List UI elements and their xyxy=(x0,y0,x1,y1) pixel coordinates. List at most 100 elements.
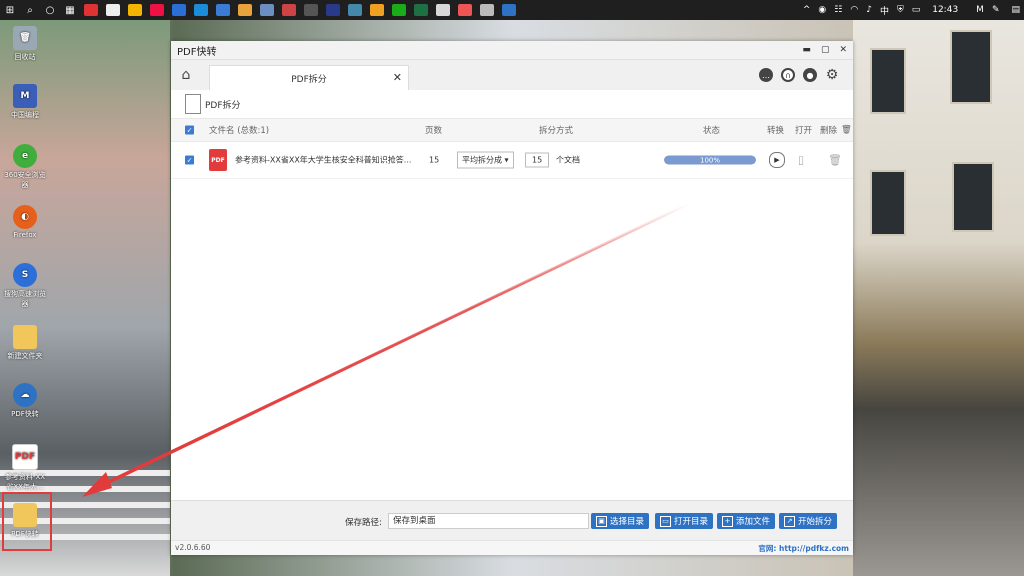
split-count-unit: 个文档 xyxy=(556,155,580,165)
wifi-icon[interactable]: ◠ xyxy=(850,5,858,15)
taskbar-app-icon[interactable] xyxy=(282,4,296,16)
column-convert: 转换 xyxy=(767,126,785,136)
ime-indicator[interactable]: 中 xyxy=(880,4,889,17)
photoshop-icon[interactable] xyxy=(326,4,340,16)
task-switch-icon[interactable]: ▦ xyxy=(64,4,76,16)
open-dir-label: 打开目录 xyxy=(674,517,709,527)
column-status: 状态 xyxy=(703,126,721,136)
security-icon[interactable]: ⛨ xyxy=(897,5,904,15)
tray-app-icon[interactable]: ◉ xyxy=(818,5,826,15)
choose-dir-button[interactable]: ▣ 选择目录 xyxy=(591,513,650,529)
select-all-checkbox[interactable]: ✓ xyxy=(185,125,194,135)
add-file-button[interactable]: + 添加文件 xyxy=(717,513,776,529)
battery-icon[interactable]: ▭ xyxy=(912,5,921,15)
input-method-icon[interactable]: M xyxy=(976,5,984,15)
desktop-icon-recycle-bin[interactable]: 🗑 回收站 xyxy=(3,26,47,62)
search-icon[interactable]: ⌕ xyxy=(24,4,36,16)
column-delete: 删除 xyxy=(820,126,838,136)
system-tray: ^ ◉ ☷ ◠ ♪ 中 ⛨ ▭ 12:43 M ✎ ▤ xyxy=(799,0,1024,20)
row-checkbox[interactable]: ✓ xyxy=(185,155,194,165)
desktop-icon-360-browser[interactable]: e 360安全浏览器 xyxy=(3,144,47,190)
taskbar-app-icon[interactable] xyxy=(150,4,164,16)
taskbar-app-icon[interactable] xyxy=(84,4,98,16)
excel-icon[interactable] xyxy=(414,4,428,16)
open-file-icon[interactable]: ▯ xyxy=(798,154,804,167)
task-view-icon[interactable]: ○ xyxy=(44,4,56,16)
pdf-split-icon xyxy=(185,94,201,114)
desktop-icon-pdf-file[interactable]: PDF 参考资料-XX省XX年大... xyxy=(3,444,47,492)
gear-icon[interactable]: ⚙ xyxy=(825,67,839,83)
tray-chevron-icon[interactable]: ^ xyxy=(803,5,811,15)
app-window: PDF快转 ▬ ▢ ✕ ⌂ PDF拆分 ✕ … ∩ ● ⚙ PDF拆分 ✓ 文件… xyxy=(171,41,853,555)
building-window xyxy=(950,30,992,104)
open-dir-button[interactable]: ▭ 打开目录 xyxy=(655,513,714,529)
desktop-icon-new-folder[interactable]: 新建文件夹 xyxy=(3,325,47,361)
save-path-input[interactable]: 保存到桌面 xyxy=(388,513,589,529)
desktop-icon-firefox[interactable]: ◐ Firefox xyxy=(3,205,47,239)
split-method-select[interactable]: 平均拆分成 ▾ xyxy=(457,151,514,169)
folder-icon: ▭ xyxy=(660,515,671,527)
chrome-browser-icon[interactable] xyxy=(238,4,252,16)
window-title: PDF快转 xyxy=(177,46,217,58)
start-split-button[interactable]: ↗ 开始拆分 xyxy=(779,513,838,529)
tab-bar: ⌂ PDF拆分 ✕ … ∩ ● ⚙ xyxy=(171,60,853,90)
browser-icon: S xyxy=(13,263,37,287)
taskbar-app-icon[interactable] xyxy=(348,4,362,16)
notification-icon[interactable]: ▤ xyxy=(1011,5,1020,15)
start-icon[interactable]: ⊞ xyxy=(4,4,16,16)
play-icon[interactable]: ▶ xyxy=(769,152,785,168)
taskbar-app-icon[interactable] xyxy=(128,4,142,16)
firefox-icon: ◐ xyxy=(13,205,37,229)
desktop-icon-pdf-kuaizhuan[interactable]: ☁ PDF快转 xyxy=(3,383,47,419)
table-header: ✓ 文件名 (总数:1) 页数 拆分方式 状态 转换 打开 删除 🗑 xyxy=(171,118,853,142)
taskbar-app-icon[interactable] xyxy=(172,4,186,16)
taskbar-app-icon[interactable] xyxy=(216,4,230,16)
desktop-icon-app[interactable]: M 中国编程 xyxy=(3,84,47,120)
taskbar-app-icon[interactable] xyxy=(260,4,274,16)
minimize-icon[interactable]: ▬ xyxy=(802,45,811,55)
tab-label: PDF拆分 xyxy=(291,74,327,85)
taskbar-app-icon[interactable] xyxy=(106,4,120,16)
taskbar-app-icon[interactable] xyxy=(304,4,318,16)
taskbar-app-icon[interactable] xyxy=(480,4,494,16)
pdf-kuaizhuan-taskbar-icon[interactable] xyxy=(502,4,516,16)
volume-icon[interactable]: ♪ xyxy=(866,5,872,15)
wechat-icon[interactable] xyxy=(392,4,406,16)
progress-bar: 100% xyxy=(664,155,756,165)
delete-row-icon[interactable]: 🗑 xyxy=(828,154,842,167)
headset-icon[interactable]: ∩ xyxy=(781,68,795,82)
home-icon[interactable]: ⌂ xyxy=(171,60,201,90)
website-link[interactable]: 官网: http://pdfkz.com xyxy=(758,543,849,554)
column-pages: 页数 xyxy=(425,126,443,136)
row-filename: 参考资料-XX省XX年大学生核安全科普知识抢答... xyxy=(235,155,412,165)
section-header: PDF拆分 xyxy=(171,90,853,118)
maximize-icon[interactable]: ▢ xyxy=(821,45,830,55)
window-titlebar[interactable]: PDF快转 ▬ ▢ ✕ xyxy=(171,41,853,60)
taskbar-app-icon[interactable] xyxy=(458,4,472,16)
edge-browser-icon[interactable] xyxy=(194,4,208,16)
user-icon[interactable]: ● xyxy=(803,68,817,82)
language-icon[interactable]: ✎ xyxy=(992,5,1000,15)
split-icon: ↗ xyxy=(784,515,795,527)
pdf-file-icon: PDF xyxy=(12,444,38,470)
desktop-icon-label: 回收站 xyxy=(14,53,36,61)
trash-icon[interactable]: 🗑 xyxy=(841,125,852,135)
tab-pdf-split[interactable]: PDF拆分 ✕ xyxy=(209,65,409,90)
clock[interactable]: 12:43 xyxy=(932,5,958,15)
taskbar-app-icon[interactable] xyxy=(436,4,450,16)
column-open: 打开 xyxy=(795,126,813,136)
network-icon[interactable]: ☷ xyxy=(834,5,842,15)
building-window xyxy=(952,162,994,232)
desktop-icon-label: PDF快转 xyxy=(11,410,39,418)
desktop-icon-label: 中国编程 xyxy=(11,111,39,119)
split-count-input[interactable]: 15 xyxy=(525,152,550,168)
status-bar: v2.0.6.60 官网: http://pdfkz.com xyxy=(171,540,853,555)
close-icon[interactable]: ✕ xyxy=(839,45,847,55)
column-filename: 文件名 (总数:1) xyxy=(209,126,270,136)
desktop-icon-sogou-browser[interactable]: S 搜狗高速浏览器 xyxy=(3,263,47,309)
chat-icon[interactable]: … xyxy=(759,68,773,82)
table-row[interactable]: ✓ PDF 参考资料-XX省XX年大学生核安全科普知识抢答... 15 平均拆分… xyxy=(171,142,853,179)
desktop-icon-label: 360安全浏览器 xyxy=(4,171,46,189)
tab-close-icon[interactable]: ✕ xyxy=(393,71,402,84)
taskbar-app-icon[interactable] xyxy=(370,4,384,16)
